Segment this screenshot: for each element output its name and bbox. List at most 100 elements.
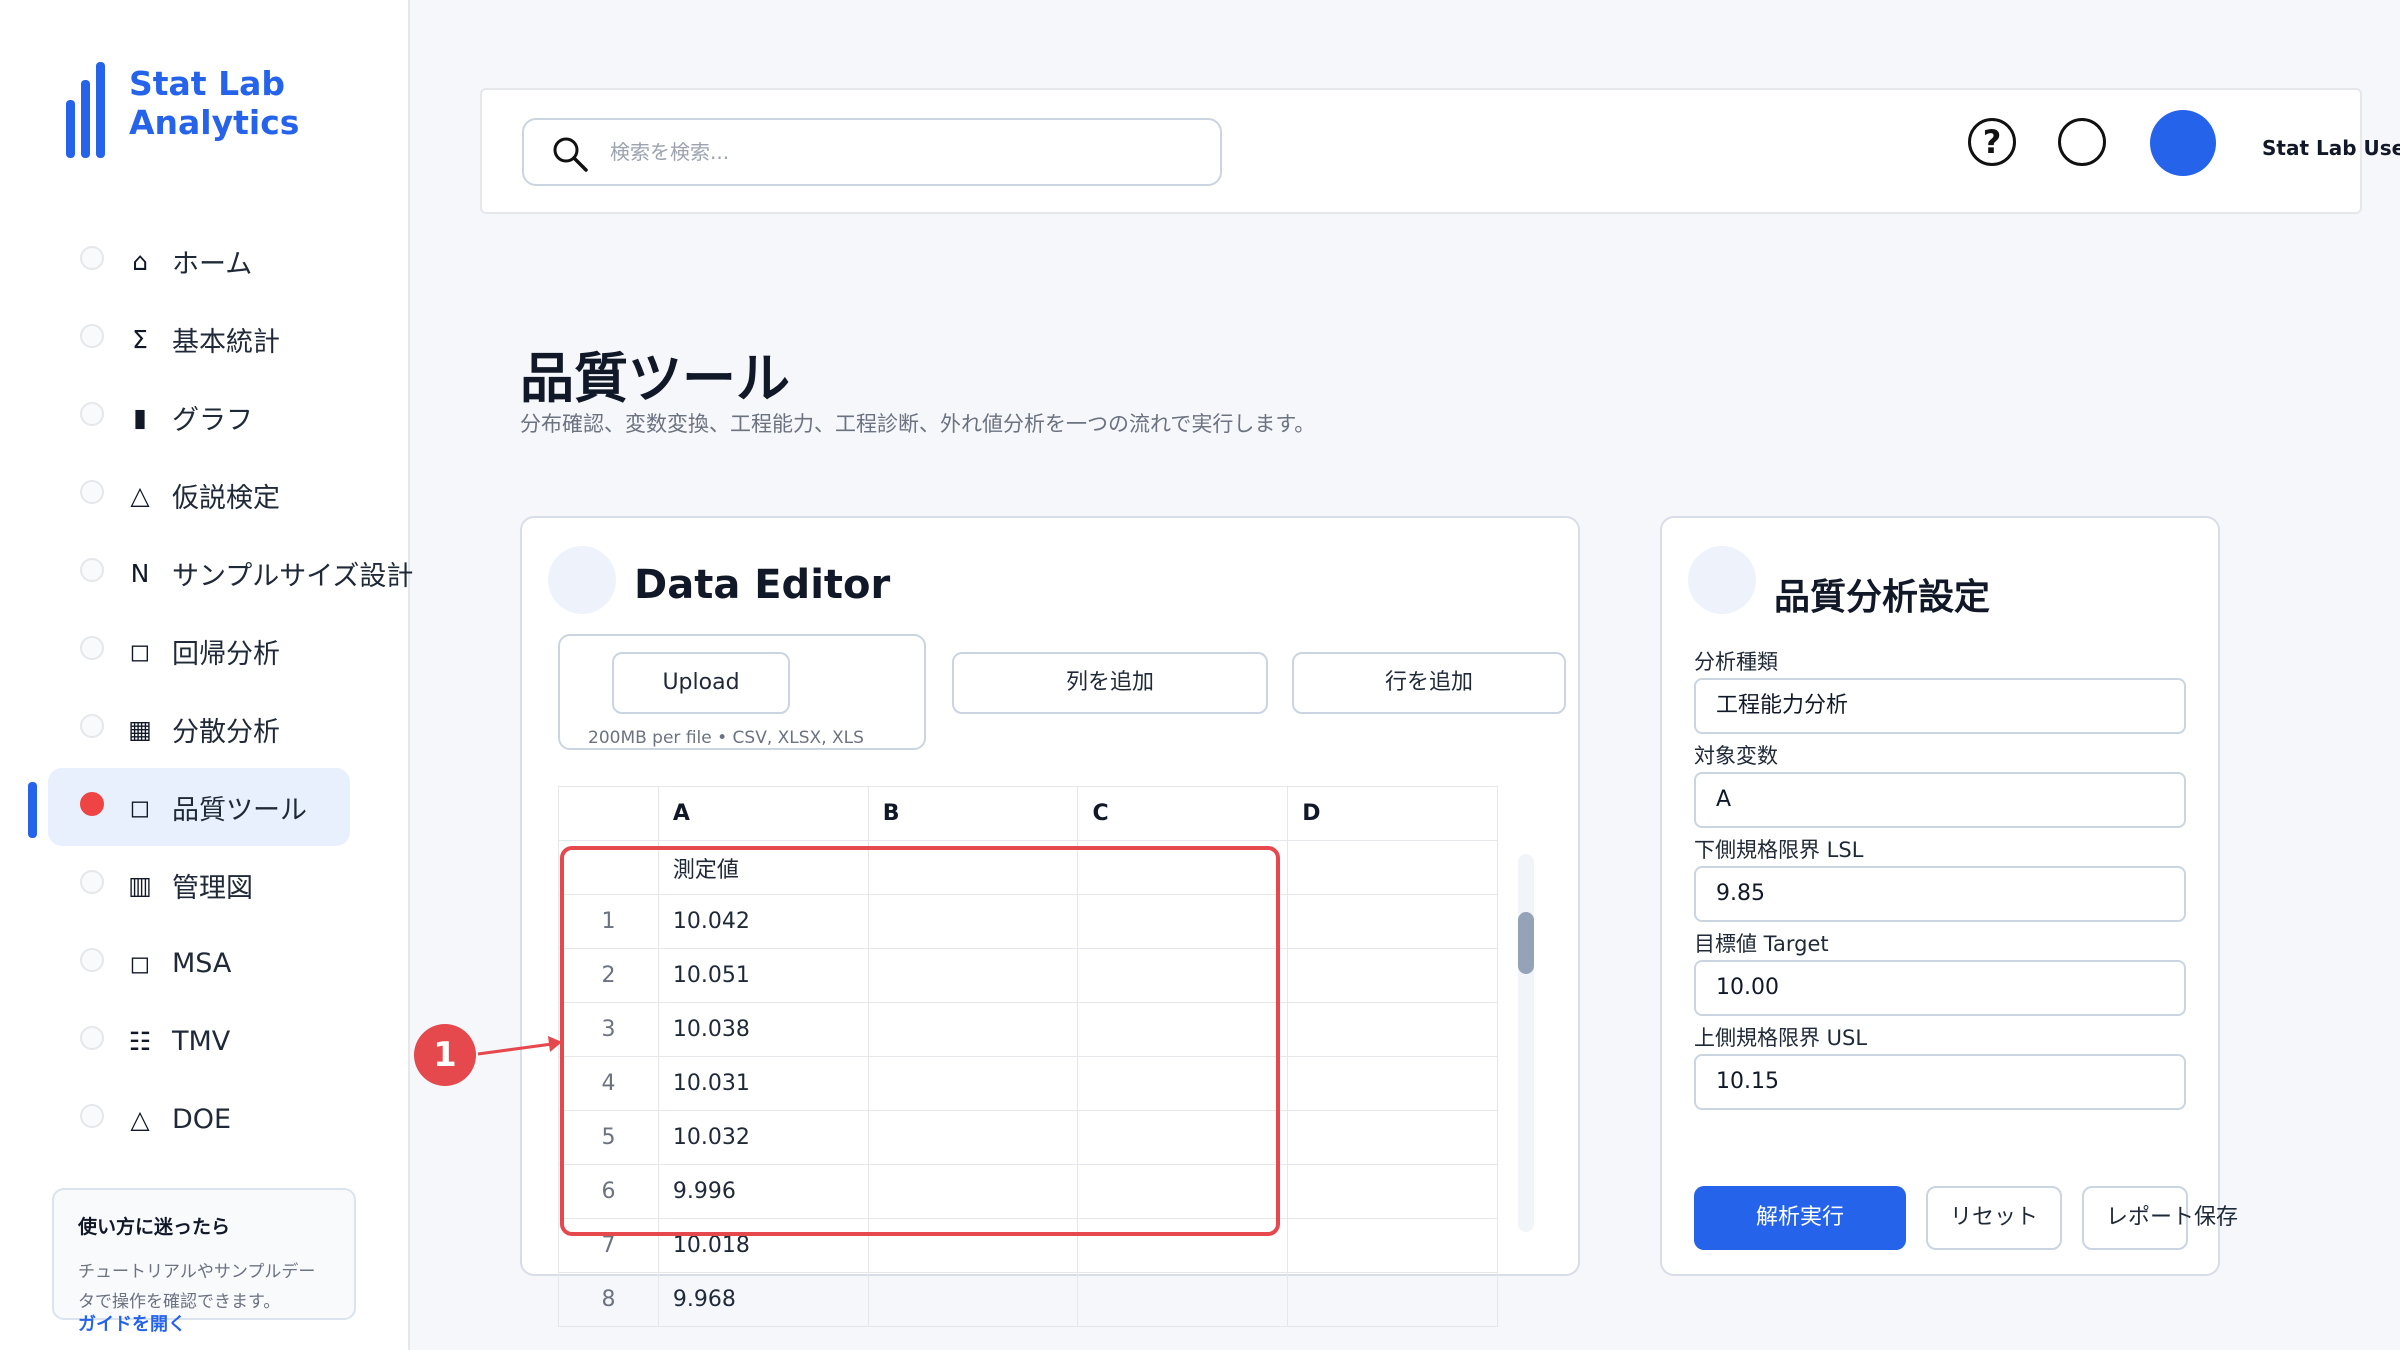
guide-link[interactable]: ガイドを開く xyxy=(78,1310,186,1336)
cell-d[interactable] xyxy=(1287,1002,1498,1057)
cell-d[interactable] xyxy=(1287,1056,1498,1111)
cell-c[interactable] xyxy=(1077,1272,1289,1327)
sidebar-item-10[interactable]: ◻ MSA xyxy=(48,924,410,1002)
square-icon: ◻ xyxy=(129,948,151,978)
sidebar-item-6[interactable]: ◻ 回帰分析 xyxy=(48,612,410,690)
scrollbar-thumb[interactable] xyxy=(1518,912,1534,974)
list-icon: ☷ xyxy=(128,1026,152,1056)
square-icon: ◻ xyxy=(129,792,151,822)
annotation-highlight-box xyxy=(560,846,1280,1236)
sidebar-item-11[interactable]: ☷ TMV xyxy=(48,1002,410,1080)
sidebar-item-2[interactable]: Σ 基本統計 xyxy=(48,300,410,378)
help-text: チュートリアルやサンプルデータで操作を確認できます。 xyxy=(78,1262,316,1312)
status-dot-icon xyxy=(80,636,104,660)
search-input[interactable] xyxy=(610,134,1200,170)
sidebar-item-1[interactable]: ⌂ ホーム xyxy=(48,222,410,300)
sidebar-item-label: 分散分析 xyxy=(172,716,280,748)
avatar[interactable] xyxy=(2150,110,2216,176)
sidebar-item-label: 管理図 xyxy=(172,872,253,904)
sidebar-item-label: グラフ xyxy=(172,404,253,436)
settings-field-4[interactable]: 10.00 xyxy=(1694,960,2186,1016)
status-dot-icon xyxy=(80,246,104,270)
sidebar-item-4[interactable]: △ 仮説検定 xyxy=(48,456,410,534)
sidebar-item-3[interactable]: ▮ グラフ xyxy=(48,378,410,456)
status-dot-icon xyxy=(80,324,104,348)
triangle-icon: △ xyxy=(130,480,150,510)
page-subtitle: 分布確認、変数変換、工程能力、工程診断、外れ値分析を一つの流れで実行します。 xyxy=(520,412,1316,436)
cell-b[interactable] xyxy=(867,1272,1079,1327)
status-dot-icon xyxy=(80,1026,104,1050)
triangle-icon: △ xyxy=(130,1104,150,1134)
sidebar-item-9[interactable]: ▥ 管理図 xyxy=(48,846,410,924)
quality-settings-card: 品質分析設定 分析種類工程能力分析対象変数 A 下側規格限界 LSL 9.85 目標値 … xyxy=(1660,516,2238,1276)
field-label: 上側規格限界 USL xyxy=(1694,1026,1868,1050)
settings-field-2[interactable]: A xyxy=(1694,772,2186,828)
status-dot-icon xyxy=(80,558,104,582)
status-dot-icon xyxy=(80,792,104,816)
bar-icon: ▮ xyxy=(133,402,147,432)
cell-d[interactable] xyxy=(1287,1164,1498,1219)
status-dot-icon xyxy=(80,870,104,894)
brand-title: Stat Lab Analytics xyxy=(129,64,300,142)
sidebar-item-label: TMV xyxy=(172,1025,231,1057)
sigma-icon: Σ xyxy=(132,324,148,354)
field-label: 対象変数 xyxy=(1694,744,1778,768)
help-icon[interactable]: ? xyxy=(1968,118,2016,166)
n-icon: N xyxy=(130,558,150,588)
page-title: 品質ツール xyxy=(520,347,790,410)
row-index-header xyxy=(558,786,659,841)
sidebar-item-label: DOE xyxy=(172,1103,232,1135)
card-dot-icon xyxy=(1688,546,1756,614)
brand[interactable]: Stat Lab Analytics xyxy=(66,62,408,158)
settings-field-3[interactable]: 9.85 xyxy=(1694,866,2186,922)
cell-d[interactable] xyxy=(1287,948,1498,1003)
sidebar-item-label: サンプルサイズ設計 xyxy=(172,560,414,592)
active-indicator xyxy=(28,782,37,838)
bar-chart-logo-icon xyxy=(66,62,105,158)
cell-d[interactable] xyxy=(1287,840,1498,895)
help-card: 使い方に迷ったら チュートリアルやサンプルデータで操作を確認できます。 xyxy=(52,1188,356,1320)
cell-a[interactable]: 9.968 xyxy=(657,1272,869,1327)
cell-d[interactable] xyxy=(1287,1110,1498,1165)
sidebar-item-12[interactable]: △ DOE xyxy=(48,1080,410,1158)
annotation-badge: 1 xyxy=(414,1024,476,1086)
status-dot-icon xyxy=(80,1104,104,1128)
run-analysis-button[interactable]: 解析実行 xyxy=(1694,1186,1906,1250)
settings-field-5[interactable]: 10.15 xyxy=(1694,1054,2186,1110)
sidebar-item-label: 仮説検定 xyxy=(172,482,280,514)
settings-title: 品質分析設定 xyxy=(1774,577,1991,618)
column-header-b[interactable]: B xyxy=(867,786,1079,841)
sidebar-nav: ⌂ ホーム Σ 基本統計 ▮ グラフ △ 仮説検定 N サンプルサイズ設計 ◻ 回帰分析 ▦ 分散分析 ◻ 品… xyxy=(48,222,414,1158)
sidebar-item-8[interactable]: ◻ 品質ツール xyxy=(48,768,350,846)
field-label: 目標値 Target xyxy=(1694,932,1829,956)
sidebar-item-5[interactable]: N サンプルサイズ設計 xyxy=(48,534,414,612)
status-circle-icon[interactable] xyxy=(2058,118,2106,166)
reset-button[interactable]: リセット xyxy=(1926,1186,2062,1250)
save-report-button[interactable]: レポート保存 xyxy=(2082,1186,2238,1250)
field-label: 分析種類 xyxy=(1694,650,1778,674)
sidebar: Stat Lab Analytics ⌂ ホーム Σ 基本統計 ▮ グラフ △ 仮説検定 N サン… xyxy=(0,0,414,1350)
sidebar-item-7[interactable]: ▦ 分散分析 xyxy=(48,690,410,768)
annotation-arrow-icon xyxy=(477,1036,562,1056)
column-header-c[interactable]: C xyxy=(1077,786,1289,841)
settings-field-1[interactable]: 工程能力分析 xyxy=(1694,678,2186,734)
sidebar-item-label: 回帰分析 xyxy=(172,638,280,670)
columns-icon: ▥ xyxy=(128,870,152,900)
row-index: 8 xyxy=(558,1272,659,1327)
cell-d[interactable] xyxy=(1287,1218,1498,1273)
square-icon: ◻ xyxy=(129,636,151,666)
user-name[interactable]: Stat Lab User xyxy=(2262,136,2400,160)
field-label: 下側規格限界 LSL xyxy=(1694,838,1864,862)
grid-icon: ▦ xyxy=(128,714,152,744)
status-dot-icon xyxy=(80,948,104,972)
column-header-d[interactable]: D xyxy=(1287,786,1498,841)
search-box[interactable] xyxy=(522,118,1222,186)
cell-d[interactable] xyxy=(1287,894,1498,949)
column-header-a[interactable]: A xyxy=(657,786,869,841)
status-dot-icon xyxy=(80,714,104,738)
cell-d[interactable] xyxy=(1287,1272,1498,1327)
scrollbar-track[interactable] xyxy=(1518,854,1534,1232)
table-row[interactable]: 8 9.968 xyxy=(558,1272,1498,1327)
help-title: 使い方に迷ったら xyxy=(78,1216,231,1238)
status-dot-icon xyxy=(80,480,104,504)
